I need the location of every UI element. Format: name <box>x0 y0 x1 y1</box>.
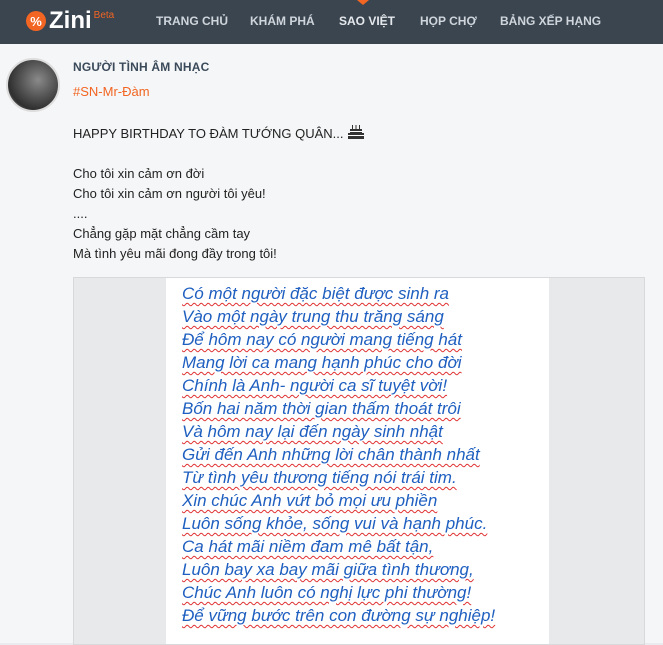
poem-line: Bốn hai năm thời gian thấm thoát trôi <box>182 399 461 418</box>
poem-line: Để hôm nay có người mang tiếng hát <box>182 330 462 349</box>
active-nav-indicator <box>357 0 369 5</box>
nav-bang-xep-hang[interactable]: BẢNG XẾP HẠNG <box>500 14 601 28</box>
cake-icon <box>347 125 364 139</box>
poem-line: Mang lời ca mang hạnh phúc cho đời <box>182 353 462 372</box>
logo-beta-label: Beta <box>93 10 115 21</box>
post-line: .... <box>73 206 88 221</box>
logo-percent-icon: % <box>26 11 46 31</box>
post-line: Cho tôi xin cảm ơn người tôi yêu! <box>73 186 266 201</box>
post-line: Mà tình yêu mãi đong đầy trong tôi! <box>73 246 277 261</box>
poem-line: Luôn bay xa bay mãi giữa tình thương, <box>182 560 474 579</box>
poem-line: Vào một ngày trung thu trăng sáng <box>182 307 444 326</box>
poem-line: Ca hát mãi niềm đam mê bất tận, <box>182 537 434 556</box>
nav-kham-pha[interactable]: KHÁM PHÁ <box>250 14 315 28</box>
nav-sao-viet[interactable]: SAO VIỆT <box>339 14 395 28</box>
top-navigation-bar: % Zini Beta TRANG CHỦ KHÁM PHÁ SAO VIỆT … <box>0 0 663 44</box>
post-line <box>73 144 633 164</box>
post-image-container[interactable]: Có một người đặc biệt được sinh ra Vào m… <box>73 277 645 645</box>
poem-line: Luôn sống khỏe, sống vui và hạnh phúc. <box>182 514 488 533</box>
poem-line: Chúc Anh luôn có nghị lực phi thường! <box>182 583 472 602</box>
nav-trang-chu[interactable]: TRANG CHỦ <box>156 14 228 28</box>
poem-line: Gửi đến Anh những lời chân thành nhất <box>182 445 480 464</box>
post-line: HAPPY BIRTHDAY TO ĐÀM TƯỚNG QUÂN... <box>73 124 633 144</box>
poem-line: Có một người đặc biệt được sinh ra <box>182 284 449 303</box>
post-line: Cho tôi xin cảm ơn đời <box>73 166 205 181</box>
poem-line: Để vững bước trên con đường sự nghiệp! <box>182 606 496 625</box>
poem-image: Có một người đặc biệt được sinh ra Vào m… <box>166 278 549 644</box>
zini-logo[interactable]: % Zini Beta <box>26 6 114 36</box>
poem-line: Từ tình yêu thương tiếng nói trái tim. <box>182 468 457 487</box>
nav-hop-cho[interactable]: HỌP CHỢ <box>420 14 477 28</box>
author-avatar[interactable] <box>6 58 60 112</box>
logo-text: Zini <box>49 7 92 34</box>
post-hashtag-link[interactable]: #SN-Mr-Đàm <box>73 84 150 99</box>
post-author-name[interactable]: NGƯỜI TÌNH ÂM NHẠC <box>73 60 209 74</box>
post-line: Chẳng gặp mặt chẳng cầm tay <box>73 226 251 241</box>
post-body-text: HAPPY BIRTHDAY TO ĐÀM TƯỚNG QUÂN... Cho … <box>73 124 633 264</box>
poem-line: Và hôm nay lại đến ngày sinh nhật <box>182 422 443 441</box>
poem-line: Chính là Anh- người ca sĩ tuyệt vời! <box>182 376 448 395</box>
post-card: NGƯỜI TÌNH ÂM NHẠC #SN-Mr-Đàm HAPPY BIRT… <box>0 44 663 645</box>
poem-line: Xin chúc Anh vứt bỏ mọi ưu phiền <box>182 491 438 510</box>
